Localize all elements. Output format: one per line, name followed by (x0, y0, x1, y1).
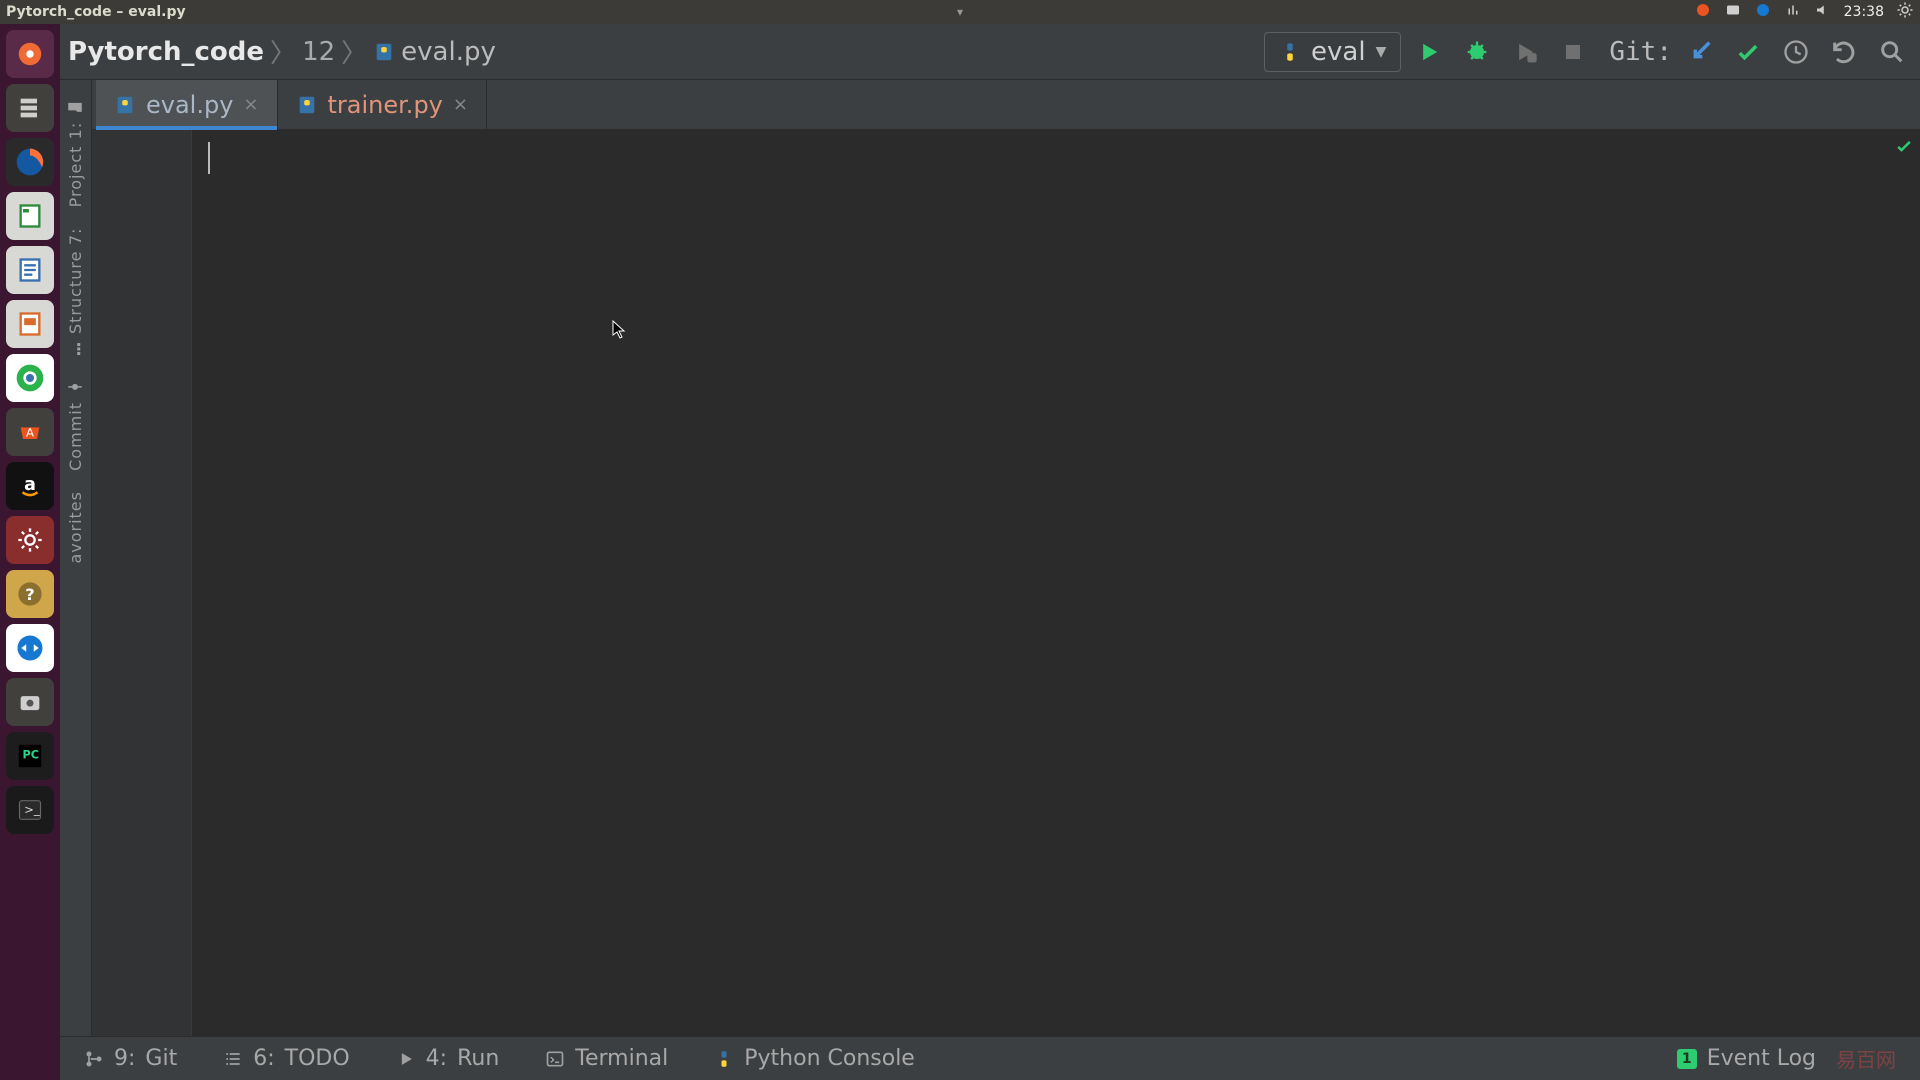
text-cursor (208, 142, 210, 174)
ubuntu-launcher: A a ? PC >_ (0, 24, 60, 1080)
git-commit-button[interactable] (1728, 32, 1768, 72)
python-console-tool-tab[interactable]: Python Console (714, 1046, 915, 1071)
inspection-ok-icon[interactable] (1894, 136, 1914, 160)
run-button[interactable] (1409, 32, 1449, 72)
structure-tool-tab[interactable]: Structure 7: (64, 217, 87, 368)
todo-tool-tab[interactable]: 6:TODO (223, 1046, 349, 1071)
git-rollback-button[interactable] (1824, 32, 1864, 72)
editor-tab-label: eval.py (146, 91, 233, 119)
ide-toolbar: Pytorch_code 〉 12 〉 eval.py eval ▼ Git: (60, 24, 1920, 80)
window-title-bar: Pytorch_code – eval.py ▾ 23:38 (0, 0, 1920, 24)
impress-icon[interactable] (6, 300, 54, 348)
editor-tab-eval[interactable]: eval.py × (96, 80, 278, 129)
calc-icon[interactable] (6, 192, 54, 240)
python-file-icon (114, 94, 136, 116)
chrome-icon[interactable] (6, 354, 54, 402)
git-label: Git: (1609, 37, 1672, 67)
chevron-right-icon: 〉 (341, 33, 367, 70)
event-log-tool-tab[interactable]: 1 Event Log 易百网 (1677, 1044, 1896, 1073)
system-tray: 23:38 (1694, 1, 1914, 23)
python-icon (1279, 41, 1301, 63)
run-tool-tab[interactable]: 4:Run (396, 1046, 500, 1071)
git-history-button[interactable] (1776, 32, 1816, 72)
editor-gutter (92, 130, 192, 1036)
svg-text:a: a (24, 475, 36, 495)
tray-network-icon[interactable] (1784, 1, 1802, 23)
python-file-icon (373, 41, 395, 63)
git-pull-button[interactable] (1680, 32, 1720, 72)
svg-text:?: ? (25, 585, 34, 604)
close-tab-icon[interactable]: × (243, 94, 258, 115)
writer-icon[interactable] (6, 246, 54, 294)
branch-icon (84, 1049, 104, 1069)
stop-button[interactable] (1553, 32, 1593, 72)
files-icon[interactable] (6, 84, 54, 132)
debug-button[interactable] (1457, 32, 1497, 72)
mouse-cursor-icon (612, 320, 626, 340)
list-icon (223, 1049, 243, 1069)
svg-text:A: A (26, 426, 34, 440)
python-icon (714, 1049, 734, 1069)
chevron-right-icon: 〉 (270, 33, 296, 70)
window-title: Pytorch_code – eval.py (6, 4, 186, 20)
play-icon (396, 1049, 416, 1069)
favorites-tool-tab[interactable]: avorites (64, 481, 87, 574)
coverage-button[interactable] (1505, 32, 1545, 72)
tray-volume-icon[interactable] (1814, 1, 1832, 23)
terminal-icon[interactable]: >_ (6, 786, 54, 834)
structure-icon (67, 340, 85, 358)
pycharm-icon[interactable]: PC (6, 732, 54, 780)
watermark-text: 易百网 (1836, 1044, 1896, 1073)
close-tab-icon[interactable]: × (453, 94, 468, 115)
amazon-icon[interactable]: a (6, 462, 54, 510)
commit-icon (67, 378, 85, 396)
breadcrumb-folder[interactable]: 12 (302, 37, 335, 67)
terminal-tool-tab[interactable]: Terminal (545, 1046, 668, 1071)
tray-clock[interactable]: 23:38 (1844, 4, 1884, 20)
left-tool-stripe: Project 1: Structure 7: Commit avorites (60, 80, 92, 1036)
chevron-down-icon: ▼ (1376, 44, 1387, 60)
tray-app-icon[interactable] (1694, 1, 1712, 23)
window-menu-icon[interactable]: ▾ (957, 5, 963, 19)
code-editor[interactable] (92, 130, 1920, 1036)
software-icon[interactable]: A (6, 408, 54, 456)
svg-text:PC: PC (23, 749, 40, 762)
commit-tool-tab[interactable]: Commit (64, 368, 87, 481)
search-button[interactable] (1872, 32, 1912, 72)
teamviewer-icon[interactable] (6, 624, 54, 672)
help-icon[interactable]: ? (6, 570, 54, 618)
tray-gear-icon[interactable] (1896, 1, 1914, 23)
tray-mail-icon[interactable] (1724, 1, 1742, 23)
python-file-icon (296, 94, 318, 116)
breadcrumb-file[interactable]: eval.py (373, 37, 496, 67)
bottom-tool-bar: 9:Git 6:TODO 4:Run Terminal Python Conso… (60, 1036, 1920, 1080)
dash-icon[interactable] (6, 30, 54, 78)
screenshot-icon[interactable] (6, 678, 54, 726)
editor-tab-label: trainer.py (328, 91, 443, 119)
firefox-icon[interactable] (6, 138, 54, 186)
event-count-badge: 1 (1677, 1049, 1697, 1069)
project-tool-tab[interactable]: Project 1: (64, 88, 87, 217)
tray-sync-icon[interactable] (1754, 1, 1772, 23)
svg-text:>_: >_ (24, 803, 40, 817)
editor-tab-bar: eval.py × trainer.py × (92, 80, 1920, 130)
breadcrumb-project[interactable]: Pytorch_code (68, 37, 264, 67)
terminal-icon (545, 1049, 565, 1069)
settings-icon[interactable] (6, 516, 54, 564)
ide-window: Pytorch_code 〉 12 〉 eval.py eval ▼ Git: (60, 24, 1920, 1080)
run-config-selector[interactable]: eval ▼ (1264, 32, 1401, 72)
editor-tab-trainer[interactable]: trainer.py × (278, 80, 487, 129)
folder-icon (67, 98, 85, 116)
git-tool-tab[interactable]: 9:Git (84, 1046, 177, 1071)
breadcrumb[interactable]: Pytorch_code 〉 12 〉 eval.py (68, 33, 1256, 70)
